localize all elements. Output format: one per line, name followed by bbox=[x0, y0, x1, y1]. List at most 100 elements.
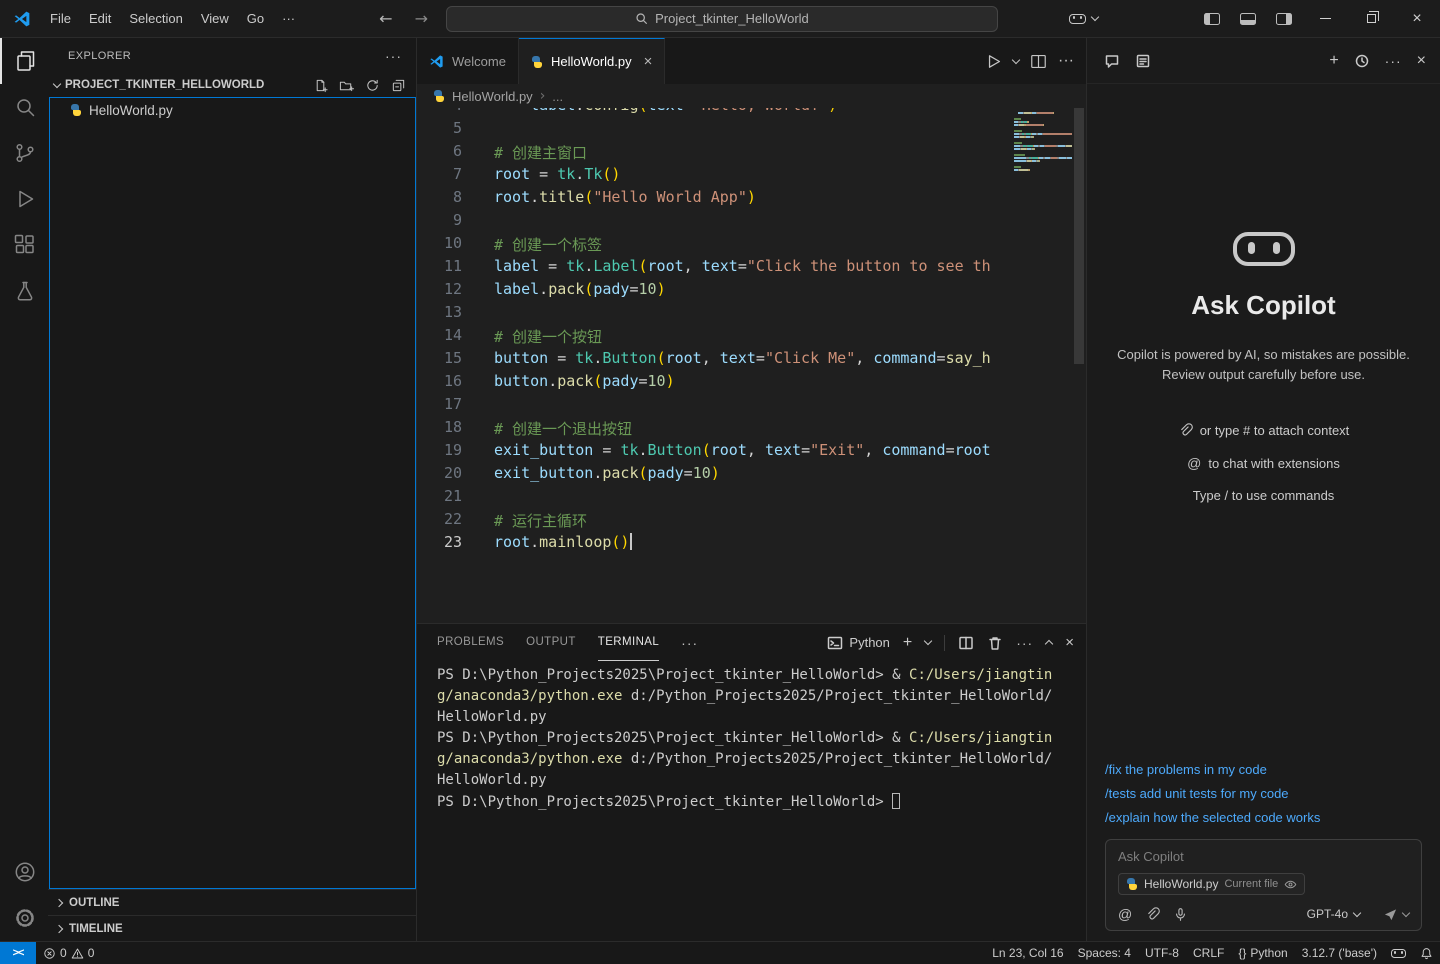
problems-status[interactable]: 0 0 bbox=[36, 942, 101, 964]
notifications[interactable] bbox=[1413, 942, 1440, 964]
activitybar-search[interactable] bbox=[0, 84, 48, 130]
active-terminal[interactable]: Python bbox=[827, 635, 889, 651]
maximize-panel-icon[interactable] bbox=[1045, 640, 1053, 648]
menu-edit[interactable]: Edit bbox=[80, 7, 120, 30]
tab-welcome[interactable]: Welcome bbox=[417, 38, 519, 84]
suggestion-fix[interactable]: /fix the problems in my code bbox=[1105, 762, 1422, 777]
close-window-button[interactable]: × bbox=[1394, 0, 1440, 37]
terminal-profile-chevron-icon[interactable] bbox=[924, 637, 932, 645]
explorer-section-header[interactable]: PROJECT_TKINTER_HELLOWORLD bbox=[48, 73, 416, 97]
menu-view[interactable]: View bbox=[192, 7, 238, 30]
menu-go[interactable]: Go bbox=[238, 7, 273, 30]
breadcrumb-file[interactable]: HelloWorld.py bbox=[452, 89, 533, 104]
encoding[interactable]: UTF-8 bbox=[1138, 942, 1186, 964]
editor-group: Welcome HelloWorld.py × ··· HelloWorld.p… bbox=[417, 38, 1086, 941]
scrollbar-handle[interactable] bbox=[1074, 108, 1084, 364]
panel-more-tabs[interactable]: ··· bbox=[681, 624, 698, 661]
panel-header: PROBLEMS OUTPUT TERMINAL ··· Python + bbox=[417, 624, 1086, 661]
kill-terminal-icon[interactable] bbox=[987, 635, 1003, 651]
explorer-label: EXPLORER bbox=[68, 50, 131, 62]
split-editor-icon[interactable] bbox=[1029, 52, 1048, 71]
suggestion-tests[interactable]: /tests add unit tests for my code bbox=[1105, 786, 1422, 801]
model-picker[interactable]: GPT-4o bbox=[1307, 907, 1360, 921]
close-tab-icon[interactable]: × bbox=[644, 53, 653, 70]
menu-file[interactable]: File bbox=[41, 7, 80, 30]
terminal-line: HelloWorld.py bbox=[437, 772, 1086, 793]
hint-text: or type # to attach context bbox=[1200, 423, 1350, 438]
explorer-more-actions[interactable]: ··· bbox=[385, 48, 402, 64]
editor-more-actions[interactable]: ··· bbox=[1058, 52, 1074, 70]
copilot-spacer bbox=[1105, 503, 1422, 762]
activitybar-run-debug[interactable] bbox=[0, 176, 48, 222]
history-icon[interactable] bbox=[1354, 53, 1370, 69]
mention-icon[interactable]: @ bbox=[1118, 906, 1132, 922]
outline-section[interactable]: OUTLINE bbox=[48, 889, 416, 915]
activitybar-explorer[interactable] bbox=[0, 38, 48, 84]
indentation[interactable]: Spaces: 4 bbox=[1071, 942, 1138, 964]
code-editor[interactable]: 4567891011121314151617181920212223 label… bbox=[417, 108, 1086, 623]
activitybar-accounts[interactable] bbox=[0, 849, 48, 895]
activitybar-extensions[interactable] bbox=[0, 222, 48, 268]
refresh-icon[interactable] bbox=[365, 78, 380, 93]
activitybar-source-control[interactable] bbox=[0, 130, 48, 176]
new-folder-icon[interactable] bbox=[339, 78, 354, 93]
gutter: 4567891011121314151617181920212223 bbox=[417, 108, 480, 556]
toggle-primary-sidebar-icon[interactable] bbox=[1204, 13, 1220, 25]
collapse-all-icon[interactable] bbox=[391, 78, 406, 93]
menu-overflow[interactable]: ··· bbox=[273, 7, 304, 30]
copilot-menu-button[interactable] bbox=[1069, 14, 1098, 24]
eye-icon[interactable] bbox=[1284, 878, 1297, 891]
send-button[interactable] bbox=[1383, 907, 1409, 922]
eol-sequence[interactable]: CRLF bbox=[1186, 942, 1231, 964]
minimap[interactable] bbox=[1014, 112, 1072, 172]
chat-icon[interactable] bbox=[1104, 53, 1120, 69]
toggle-secondary-sidebar-icon[interactable] bbox=[1276, 13, 1292, 25]
terminal-more-actions[interactable]: ··· bbox=[1016, 635, 1033, 651]
run-dropdown-chevron-icon[interactable] bbox=[1012, 55, 1020, 63]
chat-editor-icon[interactable] bbox=[1135, 53, 1151, 69]
copilot-more-actions[interactable]: ··· bbox=[1385, 53, 1402, 69]
command-center-search[interactable]: Project_tkinter_HelloWorld bbox=[446, 6, 998, 32]
breadcrumb-symbol[interactable]: ... bbox=[552, 89, 563, 104]
breadcrumbs[interactable]: HelloWorld.py › ... bbox=[417, 84, 1086, 108]
toggle-panel-icon[interactable] bbox=[1240, 13, 1256, 25]
editor-scrollbar[interactable] bbox=[1072, 108, 1086, 623]
forward-arrow-icon[interactable]: → bbox=[411, 9, 432, 28]
code-line: button = tk.Button(root, text="Click Me"… bbox=[494, 349, 991, 372]
close-panel-icon[interactable]: × bbox=[1065, 634, 1074, 651]
language-mode[interactable]: {} Python bbox=[1231, 942, 1294, 964]
copilot-status[interactable] bbox=[1384, 942, 1413, 964]
new-file-icon[interactable] bbox=[313, 78, 328, 93]
terminal-output[interactable]: PS D:\Python_Projects2025\Project_tkinte… bbox=[417, 661, 1086, 941]
suggestion-explain[interactable]: /explain how the selected code works bbox=[1105, 810, 1422, 825]
tab-helloworld[interactable]: HelloWorld.py × bbox=[519, 38, 665, 84]
remote-indicator[interactable]: >< bbox=[0, 942, 36, 964]
attach-icon[interactable] bbox=[1145, 907, 1160, 922]
activitybar-testing[interactable] bbox=[0, 268, 48, 314]
file-item-helloworld[interactable]: HelloWorld.py bbox=[50, 98, 415, 122]
tab-output[interactable]: OUTPUT bbox=[526, 624, 576, 661]
python-icon bbox=[1126, 878, 1138, 890]
tab-terminal[interactable]: TERMINAL bbox=[598, 624, 659, 661]
at-icon: @ bbox=[1187, 455, 1201, 471]
activitybar-settings[interactable] bbox=[0, 895, 48, 941]
menu-selection[interactable]: Selection bbox=[120, 7, 191, 30]
split-terminal-icon[interactable] bbox=[958, 635, 974, 651]
new-chat-icon[interactable]: + bbox=[1329, 52, 1338, 70]
timeline-section[interactable]: TIMELINE bbox=[48, 915, 416, 941]
copilot-suggestions: /fix the problems in my code /tests add … bbox=[1105, 762, 1422, 825]
copilot-input-box[interactable]: Ask Copilot HelloWorld.py Current file @ bbox=[1105, 839, 1422, 931]
new-terminal-icon[interactable]: + bbox=[903, 634, 912, 652]
cursor-position[interactable]: Ln 23, Col 16 bbox=[985, 942, 1070, 964]
current-file-chip[interactable]: HelloWorld.py Current file bbox=[1118, 873, 1305, 895]
activity-bar bbox=[0, 38, 48, 941]
microphone-icon[interactable] bbox=[1173, 907, 1188, 922]
tab-problems[interactable]: PROBLEMS bbox=[437, 624, 504, 661]
restore-button[interactable] bbox=[1348, 0, 1394, 37]
minimize-button[interactable] bbox=[1302, 0, 1348, 37]
python-interpreter[interactable]: 3.12.7 ('base') bbox=[1295, 942, 1384, 964]
run-python-file-icon[interactable] bbox=[984, 52, 1003, 71]
close-copilot-icon[interactable]: × bbox=[1417, 52, 1426, 70]
back-arrow-icon[interactable]: ← bbox=[375, 9, 396, 28]
search-placeholder: Project_tkinter_HelloWorld bbox=[655, 11, 809, 26]
